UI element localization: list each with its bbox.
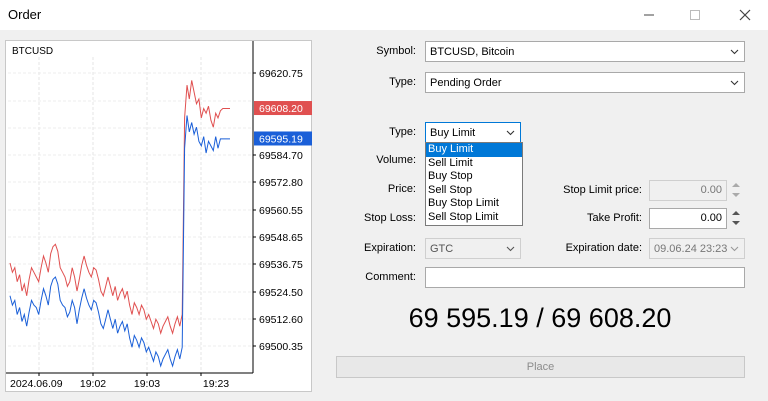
x-tick-label-1: 19:02 [80, 378, 106, 390]
price-label: Price: [387, 183, 416, 195]
y-tick-label-6: 69548.65 [259, 232, 303, 244]
price-chart: 69620.75 69584.70 69572.80 69560.55 69548.65… [5, 40, 312, 392]
comment-input[interactable] [425, 267, 745, 288]
order-mode-value: Pending Order [430, 76, 502, 89]
symbol-select[interactable]: BTCUSD, Bitcoin [425, 41, 745, 62]
y-tick-label-5: 69560.55 [259, 205, 303, 217]
x-tick-label-3: 19:23 [203, 378, 229, 390]
symbol-label: Symbol: [376, 45, 416, 57]
bid-ask-display: 69 595.19 / 69 608.20 [340, 303, 740, 334]
chevron-up-icon [732, 211, 740, 215]
take-profit-input[interactable]: 0.00 [649, 208, 727, 229]
expiration-date-picker[interactable]: 09.06.24 23:23 [649, 238, 745, 259]
y-tick-label-3: 69584.70 [259, 150, 303, 162]
volume-label: Volume: [376, 154, 416, 166]
option-sell-limit[interactable]: Sell Limit [426, 157, 522, 171]
ask-series-line [9, 80, 230, 335]
close-button[interactable] [722, 0, 768, 30]
y-tick-label-10: 69500.35 [259, 341, 303, 353]
chevron-down-icon [506, 246, 515, 252]
chevron-down-icon [732, 193, 740, 197]
order-type-dropdown: Buy Limit Sell Limit Buy Stop Sell Stop … [425, 142, 523, 226]
type-label: Type: [389, 76, 416, 88]
expiration-value: GTC [430, 242, 454, 255]
y-tick-label-9: 69512.60 [259, 314, 303, 326]
stop-limit-stepper[interactable] [729, 180, 743, 201]
chevron-down-icon [506, 130, 515, 136]
expiration-select[interactable]: GTC [425, 238, 521, 259]
expiration-date-value: 09.06.24 23:23 [654, 242, 728, 255]
maximize-button[interactable] [672, 0, 718, 30]
option-buy-stop-limit[interactable]: Buy Stop Limit [426, 197, 522, 211]
option-buy-limit[interactable]: Buy Limit [426, 143, 522, 157]
chevron-down-icon [730, 80, 739, 86]
close-icon [739, 9, 751, 21]
bid-series-line [9, 115, 230, 368]
y-tick-label-7: 69536.75 [259, 259, 303, 271]
order-type-select[interactable]: Buy Limit [425, 122, 521, 143]
ask-price: 69 608.20 [551, 303, 672, 333]
bid-price-tag: 69595.19 [259, 133, 303, 145]
option-buy-stop[interactable]: Buy Stop [426, 170, 522, 184]
option-sell-stop[interactable]: Sell Stop [426, 184, 522, 198]
chevron-down-icon [730, 49, 739, 55]
expiration-date-label: Expiration date: [565, 242, 642, 254]
take-profit-stepper[interactable] [729, 208, 743, 229]
minimize-icon [644, 14, 654, 16]
order-mode-select[interactable]: Pending Order [425, 72, 745, 93]
option-sell-stop-limit[interactable]: Sell Stop Limit [426, 211, 522, 225]
stop-loss-label: Stop Loss: [364, 212, 416, 224]
stop-limit-price-label: Stop Limit price: [563, 184, 642, 196]
chart-symbol: BTCUSD [12, 46, 54, 57]
order-type-value: Buy Limit [430, 126, 476, 139]
price-chart-svg: 69620.75 69584.70 69572.80 69560.55 69548.65… [6, 41, 312, 390]
price-separator: / [536, 303, 544, 333]
window-title: Order [8, 7, 42, 22]
chevron-up-icon [732, 183, 740, 187]
take-profit-label: Take Profit: [586, 212, 642, 224]
x-tick-label-2: 19:03 [134, 378, 160, 390]
comment-label: Comment: [365, 271, 416, 283]
order-type-label: Type: [389, 126, 416, 138]
minimize-button[interactable] [626, 0, 672, 30]
bid-price: 69 595.19 [408, 303, 529, 333]
maximize-icon [690, 10, 700, 20]
y-tick-label-8: 69524.50 [259, 287, 303, 299]
stop-limit-price-input[interactable]: 0.00 [649, 180, 727, 201]
x-tick-label-0: 2024.06.09 [10, 378, 63, 390]
y-tick-label-4: 69572.80 [259, 177, 303, 189]
chevron-down-icon [732, 221, 740, 225]
y-tick-label-0: 69620.75 [259, 68, 303, 80]
place-button[interactable]: Place [336, 356, 745, 378]
expiration-label: Expiration: [364, 242, 416, 254]
symbol-value: BTCUSD, Bitcoin [430, 45, 515, 58]
ask-price-tag: 69608.20 [259, 103, 303, 115]
chevron-down-icon [730, 246, 739, 252]
title-bar: Order [0, 0, 768, 30]
